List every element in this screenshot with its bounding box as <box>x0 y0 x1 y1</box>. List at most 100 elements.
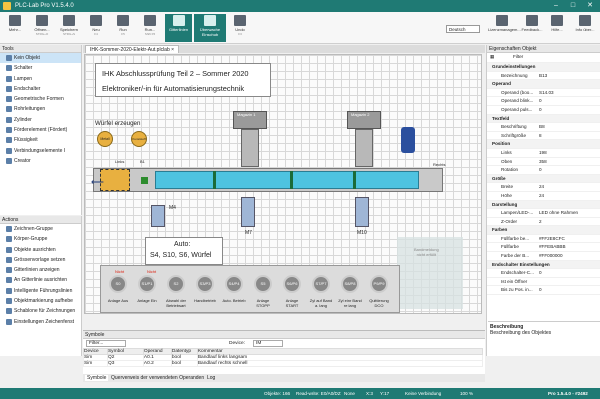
filter-label: Filter <box>513 54 524 59</box>
property-row[interactable]: Operand blink... 0 <box>487 97 600 106</box>
b1-label: B1 <box>140 159 145 164</box>
symbole-toolbar: Filter... Device: IM <box>83 339 485 348</box>
action-item[interactable]: Zeichnen-Gruppe <box>0 224 81 234</box>
nicht-label-1: Nicht <box>115 269 125 274</box>
station-button[interactable]: S0 <box>109 275 127 293</box>
tab-symbole[interactable]: Symbole <box>85 375 109 381</box>
motor-tank <box>401 127 415 153</box>
kunststoff-button[interactable]: Kunststoff <box>131 131 147 147</box>
run-button[interactable]: Run F5 <box>111 14 135 42</box>
tool-item[interactable]: Kein Objekt <box>0 53 81 64</box>
maximize-icon[interactable]: □ <box>565 1 581 11</box>
property-key: Bis zu Pos. in... <box>501 287 533 293</box>
property-row[interactable]: Lampen/LED-... LED ohne Rahmen <box>487 209 600 218</box>
tab-close-icon[interactable]: × <box>171 47 174 53</box>
property-row[interactable]: Operand (boo... S14.03 <box>487 89 600 98</box>
action-item[interactable]: Einstellungen Zeichenfenst <box>0 317 81 327</box>
table-row[interactable]: Sim Q3 A0.2 bool Bandlauf rechts schnell <box>83 360 484 367</box>
tool-icon <box>6 147 12 154</box>
action-item[interactable]: Intelligente Führungslinien <box>0 286 81 296</box>
save-button[interactable]: Speichern STRG+S <box>57 14 81 42</box>
property-row[interactable]: Farbe der B... #FF000000 <box>487 252 600 261</box>
action-item[interactable]: Schablone für Zeichnungen <box>0 306 81 316</box>
property-row[interactable]: Oben 358 <box>487 158 600 167</box>
action-item[interactable]: An Gitterlinie ausrichten <box>0 275 81 285</box>
drawing-canvas[interactable]: IHK Abschlussprüfung Teil 2 – Sommer 202… <box>84 54 482 314</box>
tool-label: Kein Objekt <box>14 55 40 61</box>
station-button[interactable]: S2 <box>167 275 185 293</box>
close-icon[interactable]: ✕ <box>582 1 598 11</box>
property-row[interactable]: Bis zu Pos. in... 0 <box>487 286 600 296</box>
tool-item[interactable]: Flüssigkeit <box>0 135 81 145</box>
run-options-button[interactable]: Run... Shift F5 <box>138 14 162 42</box>
property-row[interactable]: Schriftgröße 8 <box>487 132 600 141</box>
ueberwache-button[interactable]: Überwache Einschub <box>194 14 226 42</box>
tool-item[interactable]: Rohrleitungen <box>0 104 81 114</box>
tool-item[interactable]: Verbindungselemente I <box>0 146 81 156</box>
tool-item[interactable]: Lampen <box>0 74 81 84</box>
action-item[interactable]: Objekte ausrichten <box>0 245 81 255</box>
property-row[interactable]: Endschalter-C... 0 <box>487 269 600 278</box>
station-button[interactable]: S4/P4 <box>225 275 243 293</box>
document-tab[interactable]: IHK-Sommer-2020-Elektr-Aut.plclab × <box>85 45 180 53</box>
property-row[interactable]: Höhe 24 <box>487 192 600 201</box>
station-button[interactable]: P9/P9 <box>370 275 388 293</box>
tab-log[interactable]: Log <box>207 375 215 381</box>
help-button[interactable]: Hilfe... <box>546 14 568 42</box>
tool-label: Schalter <box>14 65 33 72</box>
station-button[interactable]: S3/P3 <box>196 275 214 293</box>
property-key: Höhe <box>501 192 512 198</box>
property-value: 198 <box>539 149 547 155</box>
property-row[interactable]: Operand puls... 0 <box>487 106 600 115</box>
tab-querverweis[interactable]: Querverweis der verwendeten Operanden <box>111 375 204 381</box>
tool-item[interactable]: Geometrische Formen <box>0 94 81 104</box>
symbole-filter-input[interactable]: Filter... <box>86 340 126 347</box>
language-select[interactable]: Deutsch <box>446 25 480 33</box>
info-button[interactable]: Info über... <box>572 14 598 42</box>
new-button[interactable]: Neu F4 <box>84 14 108 42</box>
property-row[interactable]: Links 198 <box>487 149 600 158</box>
play-options-icon <box>144 15 156 26</box>
tool-item[interactable]: Creator <box>0 156 81 166</box>
action-label: An Gitterlinie ausrichten <box>14 277 68 284</box>
sensor-marker <box>290 171 293 189</box>
station-button[interactable]: S8/P8 <box>341 275 359 293</box>
metall-button[interactable]: Metall <box>97 131 113 147</box>
minimize-icon[interactable]: – <box>548 1 564 11</box>
action-item[interactable]: Körper-Gruppe <box>0 234 81 244</box>
action-icon <box>6 308 12 315</box>
gitterlinien-button[interactable]: Gitterlinien <box>165 14 192 42</box>
mehr-button[interactable]: Mehr... <box>3 14 27 42</box>
station-button[interactable]: S1/P1 <box>138 275 156 293</box>
property-row[interactable]: Füllfarbe #FFEBABBB <box>487 243 600 253</box>
feedback-button[interactable]: Feedback... <box>520 14 544 42</box>
property-row[interactable]: Bezeichnung B13 <box>487 72 600 81</box>
property-row[interactable]: Füllfarbe be... #FF2E8CFC <box>487 235 600 244</box>
property-row[interactable]: Z-Order 2 <box>487 218 600 227</box>
license-button[interactable]: Lizenzmanagem... <box>488 14 521 42</box>
tool-item[interactable]: Zylinder <box>0 115 81 125</box>
selected-object[interactable] <box>100 169 130 191</box>
action-label: Gitterlinien anzeigen <box>14 267 60 274</box>
run-shortcut: F5 <box>121 32 125 36</box>
action-item[interactable]: Grössenvorlage setzen <box>0 255 81 265</box>
action-item[interactable]: Objektmarkierung aufhebe <box>0 296 81 306</box>
open-button[interactable]: Öffnen... STRG+O <box>30 14 54 42</box>
property-row[interactable]: Ist ein Öffner <box>487 278 600 287</box>
tool-item[interactable]: Endschalter <box>0 84 81 94</box>
property-row[interactable]: Breite 24 <box>487 183 600 192</box>
tool-item[interactable]: Schalter <box>0 63 81 73</box>
tool-icon <box>6 65 12 72</box>
document-tab-label: IHK-Sommer-2020-Elektr-Aut.plclab <box>90 47 170 53</box>
action-label: Einstellungen Zeichenfenst <box>14 318 75 325</box>
station-button[interactable]: S7/P7 <box>312 275 330 293</box>
station-button[interactable]: S5 <box>254 275 272 293</box>
undo-button[interactable]: Undo F3 <box>228 14 252 42</box>
status-zoom[interactable]: 100 % <box>460 391 473 396</box>
property-row[interactable]: Beschriftung B8 <box>487 123 600 132</box>
device-select[interactable]: IM <box>253 340 283 347</box>
station-button[interactable]: S6/P6 <box>283 275 301 293</box>
tool-item[interactable]: Förderelement (Fördert) <box>0 125 81 135</box>
property-row[interactable]: Rotation 0 <box>487 166 600 175</box>
action-item[interactable]: Gitterlinien anzeigen <box>0 265 81 275</box>
